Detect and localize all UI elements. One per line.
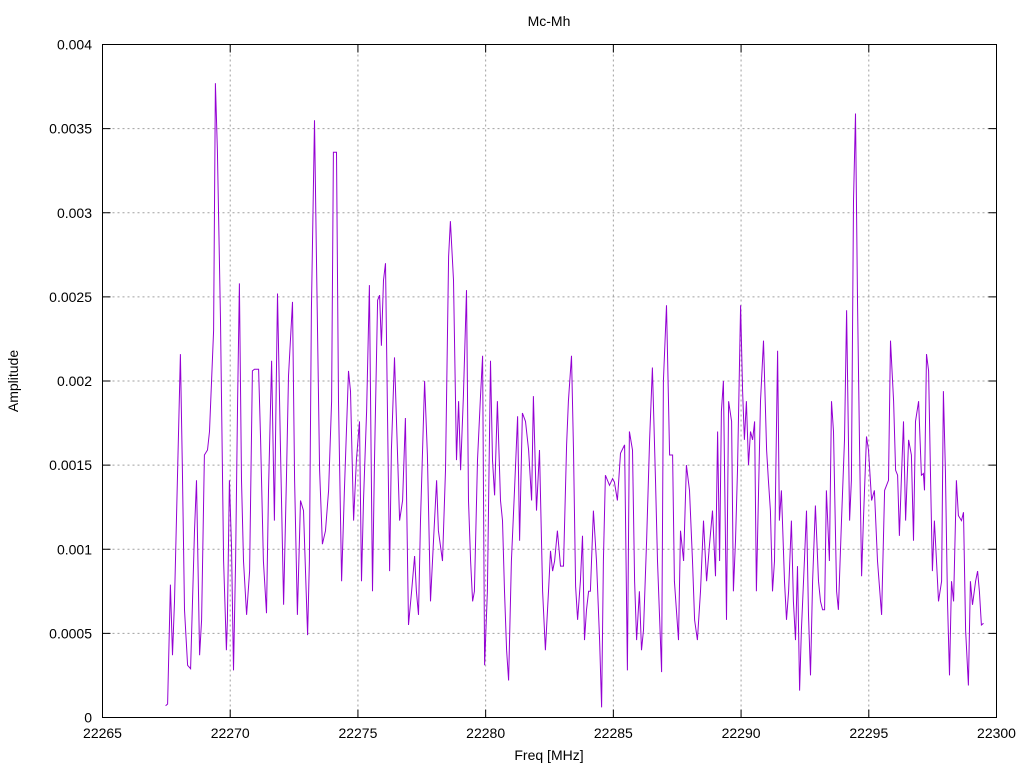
y-tick-label: 0.0025 [49, 289, 92, 305]
y-tick-label: 0.0035 [49, 121, 92, 137]
y-tick-label: 0 [84, 710, 92, 726]
axis-ticks: 22265 22270 22275 22280 22285 22290 22295 22300… [49, 37, 1016, 742]
x-tick-label: 22265 [83, 725, 122, 741]
y-tick-label: 0.001 [57, 541, 92, 557]
y-tick-label: 0.0015 [49, 457, 92, 473]
x-tick-label: 22290 [722, 725, 761, 741]
x-tick-label: 22300 [977, 725, 1016, 741]
chart-title: Mc-Mh [528, 13, 571, 29]
x-tick-label: 22275 [338, 725, 377, 741]
x-tick-label: 22295 [849, 725, 888, 741]
x-tick-label: 22285 [594, 725, 633, 741]
grid [102, 44, 997, 718]
y-axis-label: Amplitude [5, 350, 21, 412]
y-tick-label: 0.003 [57, 205, 92, 221]
x-tick-label: 22280 [466, 725, 505, 741]
chart: 22265 22270 22275 22280 22285 22290 22295 22300… [5, 13, 1016, 763]
series-line [165, 83, 984, 708]
y-tick-label: 0.004 [57, 37, 92, 53]
y-tick-label: 0.002 [57, 373, 92, 389]
x-tick-label: 22270 [211, 725, 250, 741]
x-axis-label: Freq [MHz] [514, 747, 583, 763]
y-tick-label: 0.0005 [49, 625, 92, 641]
